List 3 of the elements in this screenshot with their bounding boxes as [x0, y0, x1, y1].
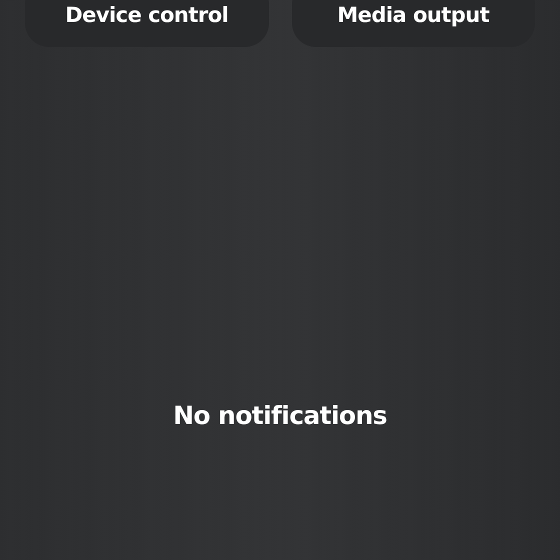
- quick-button[interactable]: Media output: [292, 0, 535, 47]
- quick-button[interactable]: Device control: [25, 0, 268, 47]
- empty-message: No notifications: [173, 400, 387, 432]
